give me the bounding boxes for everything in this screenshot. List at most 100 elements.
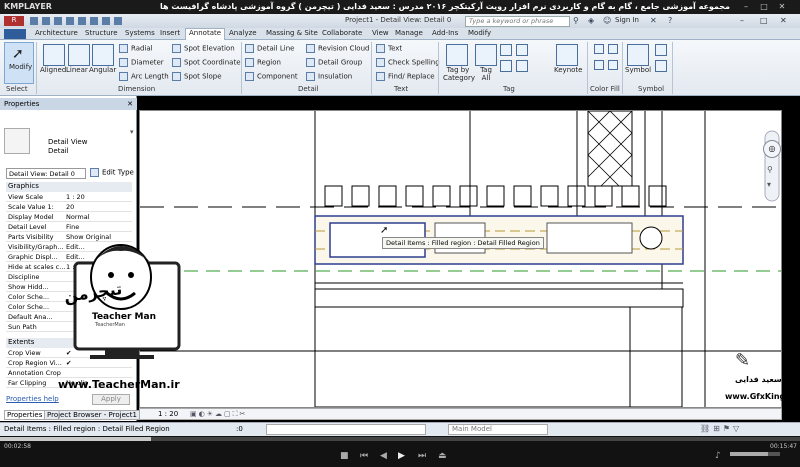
property-row[interactable]: Scale Value 1: 20: [6, 202, 132, 212]
graphics-section[interactable]: Graphics: [6, 182, 132, 192]
property-value[interactable]: Fine: [66, 223, 79, 231]
play-icon[interactable]: ▶: [398, 451, 405, 461]
properties-help-link[interactable]: Properties help: [6, 395, 59, 403]
linear-dimension-icon[interactable]: [68, 44, 90, 66]
application-menu-button[interactable]: [4, 29, 26, 39]
revit-restore-icon[interactable]: □: [760, 16, 768, 25]
view-type-selector[interactable]: Detail View: Detail 0: [6, 168, 86, 179]
zoom-icon[interactable]: ⚲: [767, 165, 773, 174]
help-icon[interactable]: ?: [668, 16, 672, 25]
diameter-button[interactable]: Diameter: [119, 58, 164, 67]
binoculars-icon[interactable]: ⚲: [573, 16, 579, 25]
revit-app-icon[interactable]: R: [4, 16, 24, 26]
text-panel-title[interactable]: Text: [394, 85, 408, 93]
tab-modify[interactable]: Modify: [468, 29, 491, 37]
property-row[interactable]: Detail Level Fine: [6, 222, 132, 232]
spot-slope-button[interactable]: Spot Slope: [172, 72, 222, 81]
eject-icon[interactable]: ⏏: [438, 451, 447, 461]
check-spelling-icon: [376, 58, 385, 67]
radial-button[interactable]: Radial: [119, 44, 153, 53]
color-fill-icon[interactable]: [594, 60, 604, 70]
edit-type-button[interactable]: Edit Type: [90, 168, 134, 177]
property-row[interactable]: Display Model Normal: [6, 212, 132, 222]
close-icon[interactable]: ✕: [776, 2, 788, 12]
tag-small-icon[interactable]: [516, 44, 528, 56]
revit-close-icon[interactable]: ✕: [780, 16, 787, 25]
property-value[interactable]: 20: [66, 203, 74, 211]
color-fill-icon[interactable]: [608, 60, 618, 70]
minimize-icon[interactable]: –: [740, 2, 752, 12]
tab-view[interactable]: View: [372, 29, 389, 37]
detail-line-button[interactable]: Detail Line: [245, 44, 294, 53]
design-option-selector[interactable]: Main Model: [448, 424, 548, 435]
tag-small-icon[interactable]: [500, 44, 512, 56]
palette-close-icon[interactable]: ✕: [127, 100, 133, 108]
property-value[interactable]: 1 : 20: [66, 193, 85, 201]
subscription-icon[interactable]: ◈: [588, 16, 594, 25]
color-fill-icon[interactable]: [608, 44, 618, 54]
tag-small-icon[interactable]: [500, 60, 512, 72]
stop-icon[interactable]: ■: [340, 451, 349, 461]
user-icon[interactable]: ☺: [603, 16, 611, 25]
workset-selector[interactable]: [266, 424, 426, 435]
tag-by-category-icon[interactable]: [446, 44, 468, 66]
tab-structure[interactable]: Structure: [85, 29, 118, 37]
symbol-small-icon[interactable]: [655, 60, 667, 72]
detail-drawing[interactable]: [140, 111, 781, 407]
region-button[interactable]: Region: [245, 58, 281, 67]
find-replace-button[interactable]: Find/ Replace: [376, 72, 435, 81]
find-replace-label: Find/ Replace: [388, 72, 435, 81]
check-spelling-button[interactable]: Check Spelling: [376, 58, 440, 67]
tab-collaborate[interactable]: Collaborate: [322, 29, 362, 37]
steering-wheel-icon[interactable]: ◎: [763, 140, 781, 158]
tab-properties[interactable]: Properties: [4, 410, 46, 420]
maximize-icon[interactable]: □: [758, 2, 770, 12]
spot-elevation-button[interactable]: Spot Elevation: [172, 44, 235, 53]
tab-analyze[interactable]: Analyze: [229, 29, 257, 37]
quick-access-toolbar[interactable]: [30, 16, 180, 26]
exchange-apps-icon[interactable]: ✕: [650, 16, 657, 25]
symbol-small-icon[interactable]: [655, 44, 667, 56]
panel-separator: [672, 42, 673, 94]
revision-cloud-button[interactable]: Revision Cloud: [306, 44, 369, 53]
chevron-down-icon[interactable]: ▾: [130, 128, 134, 136]
view-control-icons[interactable]: ▣◐☀☁▢⛶✂: [190, 410, 247, 419]
tab-architecture[interactable]: Architecture: [35, 29, 78, 37]
tab-project-browser[interactable]: Project Browser - Project1: [44, 410, 140, 420]
tag-small-icon[interactable]: [516, 60, 528, 72]
selection-filter-icons[interactable]: ⛓⊞⚑▽: [700, 424, 742, 433]
sign-in-button[interactable]: Sign In: [615, 16, 639, 24]
tab-manage[interactable]: Manage: [395, 29, 423, 37]
previous-icon[interactable]: ⏮: [360, 451, 368, 461]
view-scale-button[interactable]: 1 : 20: [158, 410, 178, 418]
keynote-label[interactable]: Keynote: [554, 66, 582, 74]
insulation-button[interactable]: Insulation: [306, 72, 352, 81]
next-icon[interactable]: ⏭: [418, 451, 426, 461]
tab-massing-site[interactable]: Massing & Site: [266, 29, 318, 37]
revit-minimize-icon[interactable]: –: [740, 16, 744, 25]
angular-dimension-icon[interactable]: [92, 44, 114, 66]
detail-group-button[interactable]: Detail Group: [306, 58, 362, 67]
property-row[interactable]: View Scale 1 : 20: [6, 192, 132, 202]
aligned-dimension-icon[interactable]: [43, 44, 65, 66]
navigation-dropdown-icon[interactable]: ▾: [767, 180, 771, 189]
search-input[interactable]: Type a keyword or phrase: [465, 16, 570, 27]
property-value[interactable]: Normal: [66, 213, 90, 221]
apply-button[interactable]: Apply: [92, 394, 130, 405]
tag-panel-title[interactable]: Tag: [503, 85, 515, 93]
arc-length-button[interactable]: Arc Length: [119, 72, 169, 81]
spot-coordinate-button[interactable]: Spot Coordinate: [172, 58, 241, 67]
tab-systems[interactable]: Systems: [125, 29, 155, 37]
symbol-icon[interactable]: [627, 44, 649, 66]
keynote-icon[interactable]: [556, 44, 578, 66]
component-button[interactable]: Component: [245, 72, 298, 81]
tab-add-ins[interactable]: Add-Ins: [432, 29, 458, 37]
dimension-panel-title[interactable]: Dimension: [118, 85, 155, 93]
speaker-icon[interactable]: ♪: [715, 451, 721, 461]
tag-all-icon[interactable]: [475, 44, 497, 66]
select-dropdown[interactable]: Select: [6, 85, 28, 93]
rewind-icon[interactable]: ◀: [380, 451, 387, 461]
tab-insert[interactable]: Insert: [160, 29, 180, 37]
color-fill-icon[interactable]: [594, 44, 604, 54]
text-button[interactable]: Text: [376, 44, 402, 53]
